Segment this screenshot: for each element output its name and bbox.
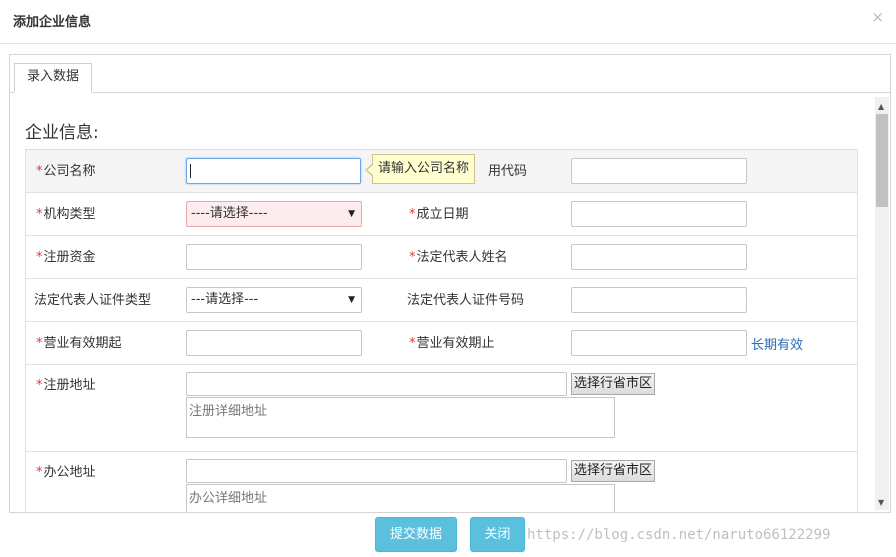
org-type-label-text: 机构类型 (43, 207, 96, 222)
legal-rep-name-label: *法定代表人姓名 (409, 246, 508, 265)
company-name-input[interactable] (186, 158, 361, 184)
reg-detail-address-textarea[interactable]: 注册详细地址 (186, 397, 615, 438)
close-icon[interactable]: × (871, 8, 884, 26)
required-mark: * (36, 378, 43, 393)
legal-rep-name-input[interactable] (571, 244, 747, 270)
credit-code-label: 用代码 (488, 164, 528, 179)
required-mark: * (36, 336, 43, 351)
dialog-header: 添加企业信息 × (0, 0, 896, 44)
org-type-label: *机构类型 (36, 203, 96, 222)
reg-capital-label: *注册资金 (36, 246, 96, 265)
legal-rep-name-label-text: 法定代表人姓名 (416, 250, 508, 265)
company-name-label: *公司名称 (36, 160, 96, 179)
office-detail-address-textarea[interactable]: 办公详细地址 (186, 484, 615, 512)
biz-end-label: *营业有效期止 (409, 332, 495, 351)
form-row-reg-capital: *注册资金 *法定代表人姓名 (26, 236, 857, 279)
form-scroll-area: 企业信息: *公司名称 请输入公司名称 用代码 *机构类型 ----请选择---… (10, 94, 890, 512)
scroll-down-icon[interactable]: ▼ (878, 498, 884, 507)
office-address-label: *办公地址 (36, 461, 96, 480)
submit-button[interactable]: 提交数据 (375, 517, 457, 552)
required-mark: * (36, 164, 43, 179)
legal-rep-cert-type-label: 法定代表人证件类型 (34, 293, 152, 308)
dialog-title: 添加企业信息 (13, 15, 92, 30)
long-term-link[interactable]: 长期有效 (751, 334, 803, 353)
form-row-company-name: *公司名称 请输入公司名称 用代码 (26, 150, 857, 193)
watermark-text: https://blog.csdn.net/naruto66122299 (527, 527, 831, 543)
required-mark: * (409, 207, 416, 222)
found-date-label: *成立日期 (409, 203, 469, 222)
required-mark: * (36, 465, 43, 480)
chevron-down-icon: ▼ (348, 209, 355, 219)
reg-capital-label-text: 注册资金 (43, 250, 96, 265)
close-button[interactable]: 关闭 (470, 517, 525, 552)
office-region-button[interactable]: 选择行省市区 (571, 460, 656, 482)
company-name-label-text: 公司名称 (43, 164, 96, 179)
add-company-dialog: 添加企业信息 × 录入数据 企业信息: *公司名称 请输入公司名称 用代码 *机… (0, 0, 896, 557)
biz-start-label-text: 营业有效期起 (43, 336, 122, 351)
reg-address-label-text: 注册地址 (43, 378, 96, 393)
required-mark: * (36, 207, 43, 222)
tab-data-entry[interactable]: 录入数据 (14, 63, 92, 93)
reg-capital-input[interactable] (186, 244, 362, 270)
text-caret (190, 164, 191, 178)
scrollbar-thumb[interactable] (876, 114, 888, 207)
required-mark: * (36, 250, 43, 265)
reg-address-label: *注册地址 (36, 374, 96, 393)
form-row-office-address: *办公地址 选择行省市区 办公详细地址 (26, 452, 857, 512)
reg-address-input[interactable] (186, 372, 567, 396)
reg-region-button[interactable]: 选择行省市区 (571, 373, 656, 395)
reg-detail-placeholder: 注册详细地址 (189, 404, 268, 419)
tab-panel: 录入数据 企业信息: *公司名称 请输入公司名称 用代码 *机构类型 ----请… (9, 54, 891, 513)
company-form: *公司名称 请输入公司名称 用代码 *机构类型 ----请选择---- ▼ *成立… (25, 149, 858, 512)
chevron-down-icon: ▼ (348, 295, 355, 305)
required-mark: * (409, 336, 416, 351)
section-title: 企业信息: (25, 123, 99, 143)
org-type-select[interactable]: ----请选择---- ▼ (186, 201, 362, 227)
scroll-up-icon[interactable]: ▲ (878, 102, 884, 111)
vertical-scrollbar[interactable]: ▲ ▼ (875, 97, 889, 510)
legal-rep-cert-type-select[interactable]: ---请选择--- ▼ (186, 287, 362, 313)
found-date-label-text: 成立日期 (416, 207, 469, 222)
form-row-org-type: *机构类型 ----请选择---- ▼ *成立日期 (26, 193, 857, 236)
tab-strip: 录入数据 (10, 55, 890, 93)
form-row-reg-address: *注册地址 选择行省市区 注册详细地址 (26, 365, 857, 452)
legal-rep-cert-no-label: 法定代表人证件号码 (407, 293, 525, 308)
form-row-biz-period: *营业有效期起 *营业有效期止 长期有效 (26, 322, 857, 365)
legal-rep-cert-type-selected: ---请选择--- (191, 292, 259, 307)
biz-start-input[interactable] (186, 330, 362, 356)
biz-end-input[interactable] (571, 330, 747, 356)
company-name-tooltip: 请输入公司名称 (364, 154, 476, 184)
found-date-input[interactable] (571, 201, 747, 227)
form-row-legal-rep-cert: 法定代表人证件类型 ---请选择--- ▼ 法定代表人证件号码 (26, 279, 857, 322)
office-detail-placeholder: 办公详细地址 (189, 491, 268, 506)
credit-code-input[interactable] (571, 158, 747, 184)
office-address-input[interactable] (186, 459, 567, 483)
org-type-selected: ----请选择---- (191, 206, 268, 221)
biz-end-label-text: 营业有效期止 (416, 336, 495, 351)
office-address-label-text: 办公地址 (43, 465, 96, 480)
legal-rep-cert-no-input[interactable] (571, 287, 747, 313)
biz-start-label: *营业有效期起 (36, 332, 122, 351)
required-mark: * (409, 250, 416, 265)
